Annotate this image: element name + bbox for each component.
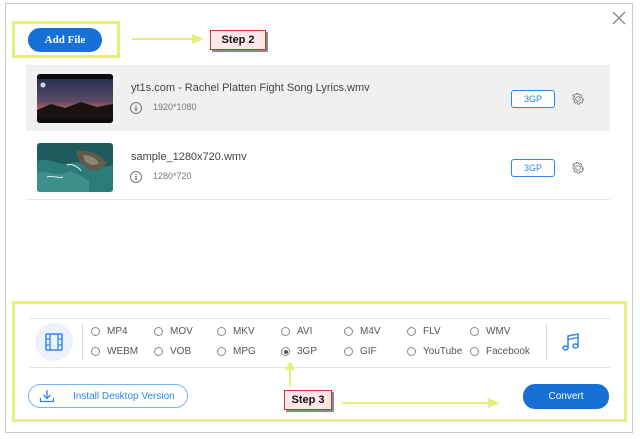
radio-icon[interactable]	[344, 327, 353, 336]
radio-icon[interactable]	[407, 327, 416, 336]
format-option-avi[interactable]: AVI	[281, 326, 312, 337]
panel-separator	[546, 324, 547, 360]
radio-icon[interactable]	[344, 347, 353, 356]
format-option-mkv[interactable]: MKV	[217, 326, 255, 337]
file-name: yt1s.com - Rachel Platten Fight Song Lyr…	[131, 82, 370, 94]
format-option-mp4[interactable]: MP4	[91, 326, 128, 337]
panel-separator	[82, 324, 83, 360]
format-option-vob[interactable]: VOB	[154, 346, 191, 357]
format-option-flv[interactable]: FLV	[407, 326, 441, 337]
convert-button[interactable]: Convert	[523, 384, 609, 409]
step2-arrow-icon	[132, 34, 204, 44]
step3-up-arrow-icon	[285, 361, 295, 386]
format-option-facebook[interactable]: Facebook	[470, 346, 530, 357]
download-icon	[39, 390, 55, 403]
radio-icon[interactable]	[470, 347, 479, 356]
info-icon[interactable]: i	[130, 171, 142, 183]
format-option-m4v[interactable]: M4V	[344, 326, 381, 337]
add-file-button[interactable]: Add File	[28, 28, 102, 52]
output-format-button[interactable]: 3GP	[511, 159, 555, 177]
video-thumbnail	[37, 74, 113, 123]
radio-icon[interactable]	[407, 347, 416, 356]
panel-divider	[30, 318, 610, 319]
video-thumbnail	[37, 143, 113, 192]
format-option-webm[interactable]: WEBM	[91, 346, 138, 357]
radio-selected-icon[interactable]	[281, 347, 290, 356]
film-icon[interactable]	[35, 323, 73, 361]
format-option-mov[interactable]: MOV	[154, 326, 193, 337]
gear-icon[interactable]	[570, 160, 586, 176]
radio-icon[interactable]	[91, 327, 100, 336]
radio-icon[interactable]	[154, 327, 163, 336]
music-note-icon[interactable]	[560, 331, 582, 353]
file-resolution: 1280*720	[153, 171, 192, 181]
info-icon[interactable]: i	[130, 102, 142, 114]
format-option-3gp[interactable]: 3GP	[281, 346, 317, 357]
radio-icon[interactable]	[91, 347, 100, 356]
file-row: sample_1280x720.wmv i 1280*720 3GP	[26, 134, 610, 200]
format-option-wmv[interactable]: WMV	[470, 326, 510, 337]
file-name: sample_1280x720.wmv	[131, 151, 247, 163]
step2-label: Step 2	[210, 30, 266, 50]
close-icon[interactable]	[610, 9, 628, 27]
file-resolution: 1920*1080	[153, 102, 197, 112]
step3-arrow-icon	[342, 398, 500, 408]
output-format-button[interactable]: 3GP	[511, 90, 555, 108]
step3-label: Step 3	[284, 390, 332, 410]
format-option-gif[interactable]: GIF	[344, 346, 377, 357]
file-row: yt1s.com - Rachel Platten Fight Song Lyr…	[26, 65, 610, 131]
radio-icon[interactable]	[281, 327, 290, 336]
radio-icon[interactable]	[470, 327, 479, 336]
panel-divider	[30, 367, 610, 368]
radio-icon[interactable]	[217, 347, 226, 356]
radio-icon[interactable]	[154, 347, 163, 356]
install-desktop-label: Install Desktop Version	[73, 390, 175, 402]
radio-icon[interactable]	[217, 327, 226, 336]
format-option-youtube[interactable]: YouTube	[407, 346, 462, 357]
format-option-mpg[interactable]: MPG	[217, 346, 256, 357]
gear-icon[interactable]	[570, 91, 586, 107]
install-desktop-button[interactable]: Install Desktop Version	[28, 384, 188, 408]
